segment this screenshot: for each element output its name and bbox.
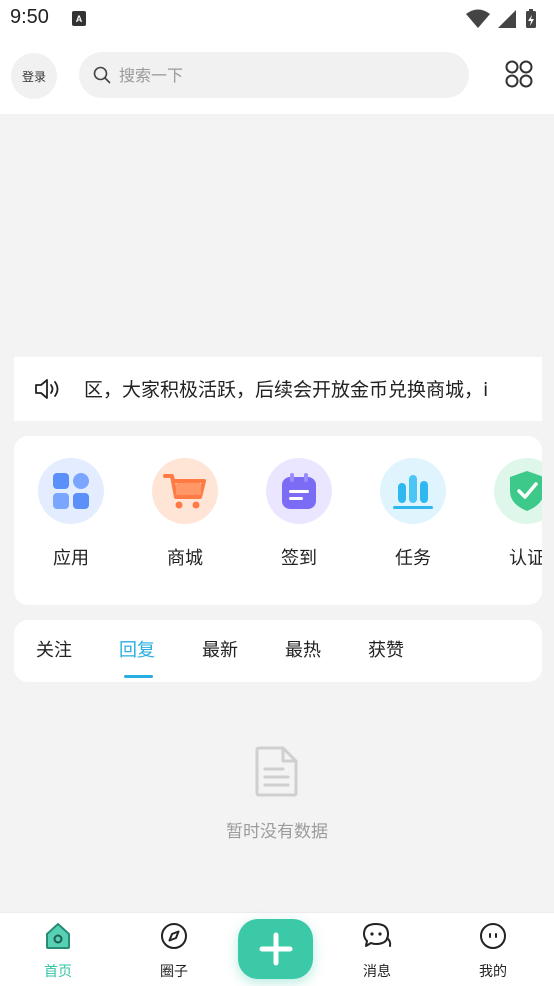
nav-item-messages[interactable]: 消息: [342, 921, 412, 981]
active-tab-indicator: [124, 675, 153, 678]
nav-item-circle[interactable]: 圈子: [139, 921, 209, 981]
app-item-apps[interactable]: 应用: [31, 458, 111, 570]
search-input[interactable]: [119, 65, 419, 85]
top-header: 登录: [0, 38, 554, 114]
bar-chart-icon: [380, 458, 446, 524]
status-icons: [466, 9, 536, 28]
search-icon: [93, 66, 111, 84]
plus-icon: [259, 932, 292, 966]
status-time: 9:50: [10, 6, 49, 28]
quick-apps-card: 应用 商城 签到 任务 认证: [14, 436, 542, 605]
nav-label-circle: 圈子: [160, 964, 188, 980]
empty-state: 暂时没有数据: [0, 745, 554, 842]
tab-follow[interactable]: 关注: [36, 636, 72, 662]
login-button[interactable]: 登录: [11, 53, 57, 99]
nav-item-home[interactable]: 首页: [23, 921, 93, 981]
search-bar[interactable]: [79, 52, 469, 98]
nav-label-home: 首页: [44, 964, 72, 980]
shield-check-icon: [494, 458, 542, 524]
notice-bar[interactable]: 区，大家积极活跃，后续会开放金币兑换商城，i: [14, 357, 542, 421]
empty-document-icon: [255, 746, 298, 797]
create-post-button[interactable]: [238, 919, 313, 979]
app-item-shop[interactable]: 商城: [145, 458, 225, 570]
app-label-checkin: 签到: [281, 548, 317, 569]
menu-grid-icon[interactable]: [504, 59, 534, 89]
app-item-tasks[interactable]: 任务: [373, 458, 453, 570]
chat-icon: [363, 923, 392, 947]
apps-icon: [38, 458, 104, 524]
notice-text: 区，大家积极活跃，后续会开放金币兑换商城，i: [84, 379, 489, 401]
battery-icon: [526, 9, 536, 28]
nav-label-messages: 消息: [363, 964, 391, 980]
status-bar: 9:50 A: [0, 0, 554, 38]
tab-liked[interactable]: 获赞: [368, 636, 404, 662]
home-icon: [46, 923, 70, 949]
empty-state-text: 暂时没有数据: [226, 822, 328, 842]
feed-tabs: 关注 回复 最新 最热 获赞: [14, 620, 542, 682]
app-label-verify: 认证: [509, 548, 542, 569]
tab-latest[interactable]: 最新: [202, 636, 238, 662]
app-label-apps: 应用: [53, 548, 89, 569]
cart-icon: [152, 458, 218, 524]
bottom-nav: 首页 圈子 消息 我的: [0, 912, 554, 986]
app-label-tasks: 任务: [395, 548, 431, 569]
nav-item-me[interactable]: 我的: [458, 921, 528, 981]
wifi-icon: [466, 9, 490, 28]
calendar-icon: [266, 458, 332, 524]
nav-label-me: 我的: [479, 964, 507, 980]
compass-icon: [161, 923, 187, 949]
signal-icon: [498, 10, 516, 28]
app-label-shop: 商城: [167, 548, 203, 569]
tab-hottest[interactable]: 最热: [285, 636, 321, 662]
app-item-checkin[interactable]: 签到: [259, 458, 339, 570]
notification-icon: A: [72, 11, 86, 26]
tab-replies[interactable]: 回复: [119, 636, 155, 662]
speaker-icon: [35, 379, 59, 399]
profile-face-icon: [480, 923, 506, 949]
app-item-verify[interactable]: 认证: [487, 458, 542, 570]
